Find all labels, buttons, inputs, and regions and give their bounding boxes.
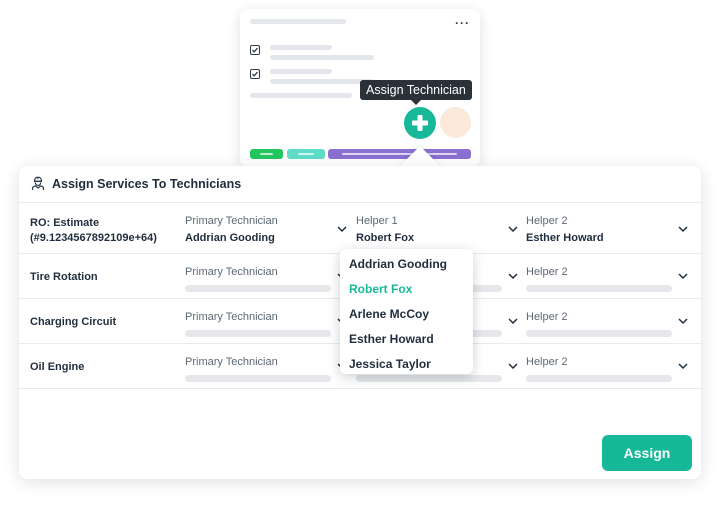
empty-value-placeholder [526, 330, 672, 337]
dropdown-option[interactable]: Esther Howard [340, 330, 473, 355]
field-label: Helper 2 [526, 266, 568, 278]
chevron-down-icon[interactable] [677, 225, 689, 233]
skeleton-line [250, 93, 352, 98]
chevron-down-icon[interactable] [677, 317, 689, 325]
checkbox-icon[interactable] [250, 45, 260, 55]
primary-technician-select[interactable]: Primary Technician Addrian Gooding [185, 214, 345, 245]
field-label: Primary Technician [185, 266, 278, 278]
primary-technician-select[interactable]: Primary Technician [185, 265, 345, 295]
chevron-down-icon[interactable] [336, 225, 348, 233]
field-label: Primary Technician [185, 311, 278, 323]
service-name-line: RO: Estimate [30, 217, 100, 229]
primary-technician-select[interactable]: Primary Technician [185, 310, 345, 340]
more-options-icon[interactable]: ··· [455, 17, 470, 29]
helper2-select[interactable]: Helper 2 [526, 310, 686, 340]
helper2-select[interactable]: Helper 2 [526, 265, 686, 295]
plus-icon [412, 115, 428, 131]
helper1-select[interactable]: Helper 1 Robert Fox [356, 214, 516, 245]
chevron-down-icon[interactable] [507, 362, 519, 370]
skeleton-line [270, 45, 332, 50]
skeleton-line [270, 55, 374, 60]
field-value: Esther Howard [526, 232, 604, 244]
field-label: Helper 2 [526, 356, 568, 368]
popover-pointer [398, 146, 442, 168]
service-name: Oil Engine [30, 361, 85, 373]
dropdown-option[interactable]: Jessica Taylor [340, 355, 473, 380]
field-label: Helper 2 [526, 311, 568, 323]
empty-value-placeholder [185, 375, 331, 382]
empty-value-placeholder [526, 375, 672, 382]
assign-technician-tooltip: Assign Technician [360, 80, 472, 105]
dropdown-option-selected[interactable]: Robert Fox [340, 280, 473, 305]
field-value: Robert Fox [356, 232, 415, 244]
field-label: Primary Technician [185, 215, 278, 227]
helper2-select[interactable]: Helper 2 Esther Howard [526, 214, 686, 245]
technician-icon [31, 176, 45, 190]
service-row: RO: Estimate (#9.1234567892109e+64) Prim… [19, 203, 701, 254]
field-value: Addrian Gooding [185, 232, 275, 244]
service-id-line: (#9.1234567892109e+64) [30, 232, 157, 244]
dropdown-option[interactable]: Addrian Gooding [340, 255, 473, 280]
assign-button[interactable]: Assign [602, 435, 692, 471]
technician-dropdown-menu: Addrian Gooding Robert Fox Arlene McCoy … [340, 249, 473, 374]
avatar[interactable] [440, 107, 471, 138]
panel-title: Assign Services To Technicians [52, 177, 242, 191]
chevron-down-icon[interactable] [507, 225, 519, 233]
service-name: Charging Circuit [30, 316, 117, 328]
status-chip-green [250, 149, 283, 159]
dropdown-option[interactable]: Arlene McCoy [340, 305, 473, 330]
status-chip-teal [287, 149, 325, 159]
empty-value-placeholder [185, 285, 331, 292]
field-label: Helper 1 [356, 215, 398, 227]
skeleton-line [270, 79, 374, 84]
primary-technician-select[interactable]: Primary Technician [185, 355, 345, 385]
skeleton-line [250, 19, 346, 24]
chevron-down-icon[interactable] [507, 272, 519, 280]
skeleton-line [270, 69, 332, 74]
chevron-down-icon[interactable] [677, 362, 689, 370]
checkbox-icon[interactable] [250, 69, 260, 79]
field-label: Helper 2 [526, 215, 568, 227]
field-label: Primary Technician [185, 356, 278, 368]
empty-value-placeholder [526, 285, 672, 292]
service-name: RO: Estimate (#9.1234567892109e+64) [30, 216, 157, 246]
helper2-select[interactable]: Helper 2 [526, 355, 686, 385]
panel-header: Assign Services To Technicians [19, 166, 701, 203]
chevron-down-icon[interactable] [677, 272, 689, 280]
add-technician-button[interactable] [404, 107, 436, 139]
chevron-down-icon[interactable] [507, 317, 519, 325]
empty-value-placeholder [185, 330, 331, 337]
service-name: Tire Rotation [30, 271, 98, 283]
